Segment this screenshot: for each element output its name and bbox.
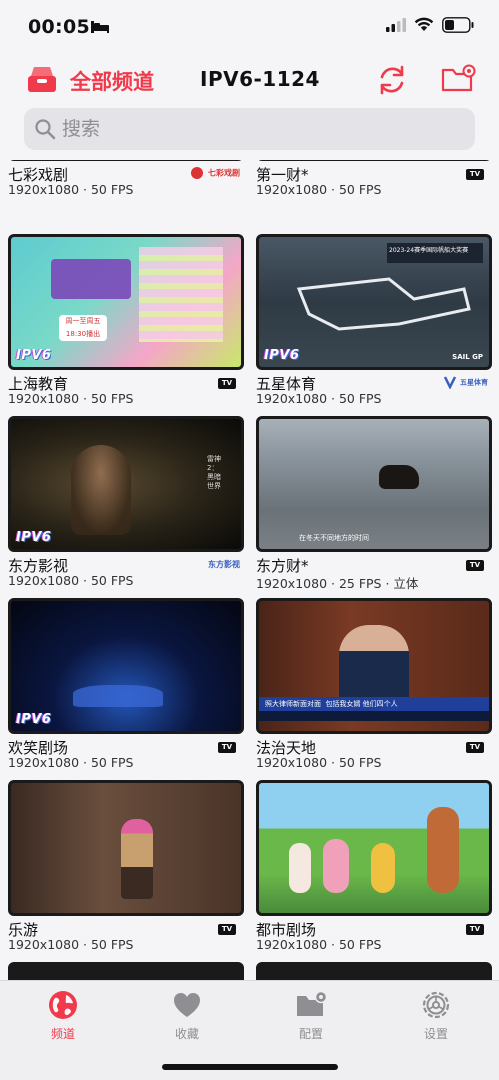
tab-label: 收藏	[174, 1027, 199, 1041]
news-banner: 照大律师新面对面 包括我女婿 他们四个人	[259, 697, 489, 711]
channel-meta: 1920x1080 · 50 FPS	[8, 755, 134, 770]
tab-config[interactable]: 配置	[271, 989, 351, 1049]
person-figure	[121, 819, 153, 899]
cartoon-figure	[323, 839, 349, 893]
channel-meta: 1920x1080 · 50 FPS	[8, 182, 134, 197]
tab-label: 频道	[50, 1027, 75, 1041]
channel-thumbnail[interactable]: IPV6	[256, 160, 492, 161]
channel-logo-icon	[444, 376, 457, 390]
yak-figure	[379, 465, 419, 489]
channel-meta: 1920x1080 · 50 FPS	[256, 182, 382, 197]
channel-thumbnail[interactable]: 在冬天不同地方的时间 IPV6	[256, 416, 492, 552]
tab-favorites[interactable]: 收藏	[147, 989, 227, 1049]
tab-label: 配置	[298, 1027, 323, 1041]
channel-meta: 1920x1080 · 50 FPS	[8, 937, 134, 952]
channel-meta: 1920x1080 · 50 FPS	[256, 755, 382, 770]
search-bar[interactable]	[24, 108, 475, 150]
channel-thumbnail[interactable]	[256, 780, 492, 916]
cartoon-figure	[371, 843, 395, 893]
channel-thumbnail[interactable]	[256, 962, 492, 980]
channel-grid: IPV6 七彩戏剧 1920x1080 · 50 FPS 七彩戏剧 IPV6 第…	[0, 160, 499, 980]
home-indicator[interactable]	[162, 1064, 338, 1070]
tv-badge: TV	[218, 378, 236, 389]
channel-logo: 东方影视	[208, 560, 240, 569]
heart-icon	[174, 993, 200, 1017]
tab-channels[interactable]: 频道	[23, 989, 103, 1049]
race-course-graphic	[296, 277, 471, 331]
channel-meta: 1920x1080 · 50 FPS	[8, 391, 134, 406]
search-icon	[35, 119, 56, 140]
channel-meta: 1920x1080 · 50 FPS	[256, 937, 382, 952]
tv-badge: TV	[218, 924, 236, 935]
channel-meta: 1920x1080 · 50 FPS	[256, 391, 382, 406]
battery-icon	[442, 17, 474, 33]
channel-thumbnail[interactable]	[8, 780, 244, 916]
channel-thumbnail[interactable]	[8, 962, 244, 980]
sleep-focus-icon	[91, 21, 109, 33]
cellular-signal-icon	[386, 18, 406, 32]
schedule-text: 周一至周五 18:30播出	[59, 315, 107, 341]
search-input[interactable]	[62, 108, 462, 150]
tv-badge: TV	[466, 169, 484, 180]
tv-badge: TV	[466, 924, 484, 935]
channel-thumbnail[interactable]: 雷神2：黑暗世界 IPV6	[8, 416, 244, 552]
all-channels-button[interactable]: 全部频道	[70, 66, 154, 96]
movie-caption: 雷神2：黑暗世界	[207, 455, 221, 490]
status-time: 00:05	[28, 16, 90, 38]
channel-logo-icon	[191, 167, 204, 179]
folder-gear-icon	[297, 990, 327, 1016]
channel-thumbnail[interactable]: 2023-24赛季国际帆船大奖赛 SAIL GP IPV6	[256, 234, 492, 370]
tv-badge: TV	[466, 742, 484, 753]
gear-icon	[422, 991, 450, 1019]
sports-sub: SAIL GP	[452, 353, 483, 361]
page-title: IPV6-1124	[200, 67, 320, 91]
app-screen: 00:05 全部频道 IPV6-1124 搜索 七彩戏剧 1920x1080 ·…	[0, 0, 499, 1080]
ipv6-watermark: IPV6	[16, 348, 52, 363]
channel-thumbnail[interactable]: 周一至周五 18:30播出 IPV6	[8, 234, 244, 370]
tab-label: 设置	[423, 1027, 448, 1041]
globe-icon	[49, 991, 77, 1019]
sports-caption: 2023-24赛季国际帆船大奖赛	[387, 243, 483, 263]
tab-settings[interactable]: 设置	[396, 989, 476, 1049]
wifi-icon	[414, 17, 434, 31]
ipv6-watermark: IPV6	[16, 712, 52, 727]
stage-graphic	[73, 685, 163, 707]
channel-meta: 1920x1080 · 50 FPS	[8, 573, 134, 588]
cartoon-figure	[289, 843, 311, 893]
channel-thumbnail[interactable]: IPV6	[8, 160, 244, 161]
ipv6-watermark: IPV6	[264, 348, 300, 363]
refresh-icon[interactable]	[374, 62, 410, 98]
folder-settings-icon[interactable]	[440, 63, 476, 95]
tray-icon[interactable]	[26, 64, 58, 94]
ipv6-watermark: IPV6	[16, 530, 52, 545]
cartoon-figure	[427, 807, 459, 893]
channel-logo: 七彩戏剧	[189, 166, 240, 182]
nav-header: 全部频道 IPV6-1124	[0, 56, 499, 104]
channel-thumbnail[interactable]: IPV6	[8, 598, 244, 734]
status-bar: 00:05	[0, 0, 499, 56]
yak-caption: 在冬天不同地方的时间	[299, 534, 369, 542]
channel-logo: 五星体育	[443, 375, 488, 391]
tv-badge: TV	[218, 742, 236, 753]
channel-meta: 1920x1080 · 25 FPS · 立体	[256, 576, 419, 591]
channel-thumbnail[interactable]: 照大律师新面对面 包括我女婿 他们四个人	[256, 598, 492, 734]
tv-badge: TV	[466, 560, 484, 571]
